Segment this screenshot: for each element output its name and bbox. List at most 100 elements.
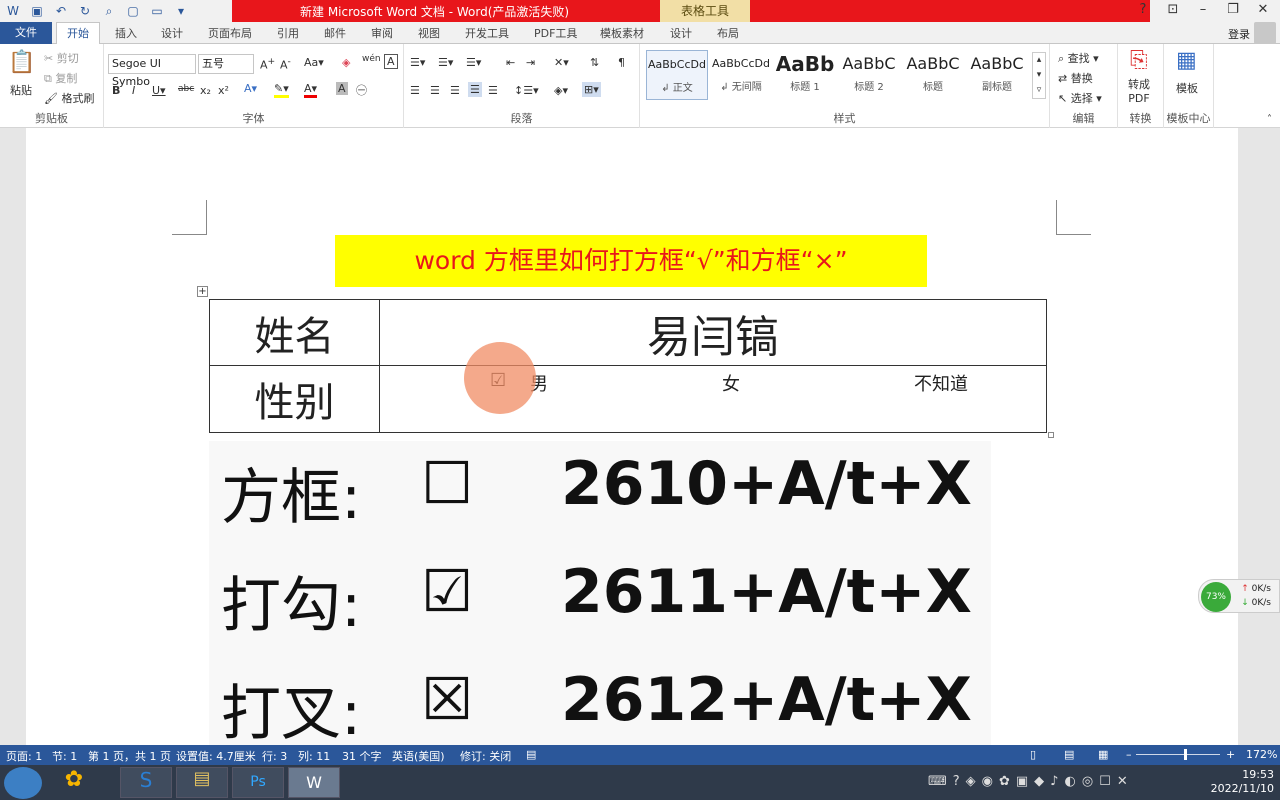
style-subtitle[interactable]: AaBbC 副标题 (966, 50, 1028, 100)
colorful-app-icon[interactable]: ✿ (48, 767, 100, 798)
collapse-ribbon-icon[interactable]: ˄ (1267, 114, 1272, 125)
minimize-icon[interactable]: – (1194, 2, 1212, 17)
table-move-handle-icon[interactable]: + (197, 286, 208, 297)
tab-table-layout[interactable]: 布局 (717, 25, 739, 41)
paste-button[interactable]: 粘贴 (10, 82, 32, 98)
tab-template-assets[interactable]: 模板素材 (600, 25, 644, 41)
status-row[interactable]: 行: 3 (262, 748, 287, 764)
bold-icon[interactable]: B (112, 84, 120, 97)
change-case-icon[interactable]: Aa▾ (304, 56, 324, 69)
text-effects-icon[interactable]: A▾ (244, 82, 257, 95)
font-name-combo[interactable]: Segoe UI Symbo (108, 54, 196, 88)
ribbon-display-icon[interactable]: ⊡ (1164, 2, 1182, 17)
name-label-cell[interactable]: 姓名 (209, 299, 380, 366)
style-title[interactable]: AaBbC 标题 (902, 50, 964, 100)
tab-view[interactable]: 视图 (418, 25, 440, 41)
justify-icon[interactable]: ☰ (468, 82, 482, 97)
zoom-slider[interactable] (1136, 754, 1220, 755)
tab-references[interactable]: 引用 (277, 25, 299, 41)
style-normal[interactable]: AaBbCcDd ↲ 正文 (646, 50, 708, 100)
zoom-out-icon[interactable]: – (1126, 748, 1132, 761)
redo-icon[interactable]: ↻ (76, 2, 94, 20)
char-shading-icon[interactable]: A (336, 82, 348, 95)
cut-button[interactable]: ✂ 剪切 (44, 50, 79, 66)
borders-icon[interactable]: ⊞▾ (582, 82, 601, 97)
highlight-icon[interactable]: ✎▾ (274, 82, 289, 98)
open-icon[interactable]: ▭ (148, 2, 166, 20)
web-layout-icon[interactable]: ▦ (1098, 748, 1108, 761)
zoom-in-icon[interactable]: + (1226, 748, 1235, 761)
save-icon[interactable]: ▣ (28, 2, 46, 20)
tab-home[interactable]: 开始 (56, 22, 100, 45)
read-mode-icon[interactable]: ▯ (1030, 748, 1036, 761)
font-color-icon[interactable]: A▾ (304, 82, 318, 98)
system-tray-icons[interactable]: ⌨?◈◉✿▣◆♪◐◎☐✕ (928, 774, 1134, 789)
align-right-icon[interactable]: ☰ (450, 84, 460, 97)
show-marks-icon[interactable]: ¶ (618, 56, 625, 69)
macro-record-icon[interactable]: ▤ (526, 748, 536, 761)
tab-pdf-tools[interactable]: PDF工具 (534, 25, 577, 41)
decrease-indent-icon[interactable]: ⇤ (506, 56, 515, 69)
zoom-slider-thumb[interactable] (1184, 749, 1187, 760)
tab-insert[interactable]: 插入 (115, 25, 137, 41)
photoshop-icon[interactable]: Ps (232, 767, 284, 798)
document-page[interactable]: word 方框里如何打方框“√”和方框“×” + 姓名 易闫镐 性别 ☑ 男 女… (26, 128, 1238, 745)
font-size-combo[interactable]: 五号 (198, 54, 254, 74)
multilevel-list-icon[interactable]: ☰▾ (466, 56, 481, 69)
gender-label-cell[interactable]: 性别 (209, 365, 380, 433)
pdf-icon[interactable]: ⎘ (1130, 48, 1148, 73)
chinese-layout-icon[interactable]: ✕▾ (554, 56, 569, 69)
replace-button[interactable]: ⇄ 替换 (1058, 70, 1093, 86)
style-heading-2[interactable]: AaBbC 标题 2 (838, 50, 900, 100)
select-button[interactable]: ↖ 选择 ▾ (1058, 90, 1102, 106)
char-border-icon[interactable]: A (384, 54, 398, 69)
bullets-icon[interactable]: ☰▾ (410, 56, 425, 69)
strikethrough-icon[interactable]: abc (178, 84, 194, 94)
tab-developer[interactable]: 开发工具 (465, 25, 509, 41)
find-button[interactable]: ⌕ 查找 ▾ (1058, 50, 1099, 66)
italic-icon[interactable]: I (132, 84, 135, 97)
tab-file[interactable]: 文件 (0, 22, 52, 44)
paste-icon[interactable]: 📋 (8, 50, 35, 75)
format-painter-button[interactable]: 🖌 格式刷 (44, 90, 94, 106)
numbering-icon[interactable]: ☰▾ (438, 56, 453, 69)
subscript-icon[interactable]: x₂ (200, 84, 211, 97)
line-spacing-icon[interactable]: ↕☰▾ (514, 84, 539, 97)
distributed-icon[interactable]: ☰ (488, 84, 498, 97)
sort-icon[interactable]: ⇅ (590, 56, 599, 69)
style-heading-1[interactable]: AaBb 标题 1 (774, 50, 836, 100)
phonetic-guide-icon[interactable]: wén (362, 54, 381, 64)
close-icon[interactable]: ✕ (1254, 2, 1272, 17)
to-pdf-button[interactable]: 转成 PDF (1128, 78, 1150, 106)
align-center-icon[interactable]: ☰ (430, 84, 440, 97)
shrink-font-icon[interactable]: A- (280, 56, 291, 72)
enclose-char-icon[interactable]: ㊀ (356, 82, 367, 98)
status-position[interactable]: 设置值: 4.7厘米 (176, 748, 256, 764)
clock[interactable]: 19:53 2022/11/10 (1211, 768, 1274, 796)
sogou-icon[interactable]: S (120, 767, 172, 798)
avatar[interactable] (1254, 22, 1276, 44)
help-icon[interactable]: ? (1134, 2, 1152, 17)
tab-table-design[interactable]: 设计 (670, 25, 692, 41)
status-page[interactable]: 页面: 1 (6, 748, 42, 764)
print-preview-icon[interactable]: ⌕ (100, 2, 118, 20)
file-explorer-icon[interactable]: ▤ (176, 767, 228, 798)
status-track-changes[interactable]: 修订: 关闭 (460, 748, 511, 764)
status-pages[interactable]: 第 1 页，共 1 页 (88, 748, 171, 764)
status-section[interactable]: 节: 1 (52, 748, 77, 764)
styles-scroll-icon[interactable]: ▴ ▾ ▿ (1032, 52, 1046, 99)
grow-font-icon[interactable]: A+ (260, 56, 275, 72)
zoom-level[interactable]: 172% (1246, 748, 1277, 761)
tab-mailings[interactable]: 邮件 (324, 25, 346, 41)
style-no-spacing[interactable]: AaBbCcDd ↲ 无间隔 (710, 50, 772, 100)
tab-design[interactable]: 设计 (161, 25, 183, 41)
table-resize-handle[interactable] (1048, 432, 1054, 438)
increase-indent-icon[interactable]: ⇥ (526, 56, 535, 69)
align-left-icon[interactable]: ☰ (410, 84, 420, 97)
start-button[interactable] (4, 767, 42, 799)
status-word-count[interactable]: 31 个字 (342, 748, 382, 764)
network-speed-widget[interactable]: 73% ↑ 0K/s ↓ 0K/s (1198, 579, 1280, 613)
template-button[interactable]: 模板 (1176, 80, 1198, 96)
copy-button[interactable]: ⧉ 复制 (44, 70, 77, 86)
shading-icon[interactable]: ◈▾ (554, 84, 568, 97)
